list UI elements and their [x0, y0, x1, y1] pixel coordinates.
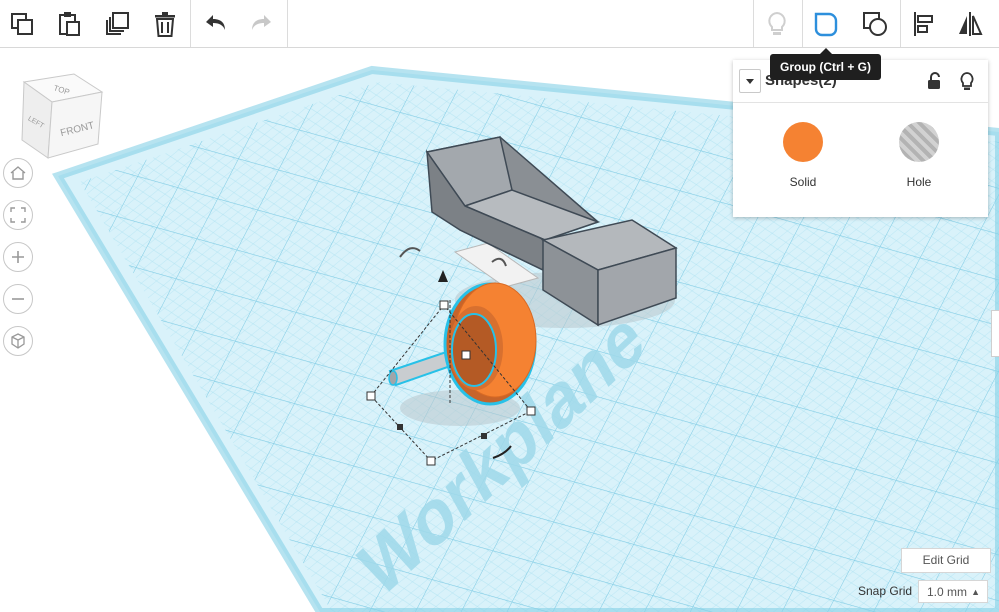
lightbulb-icon[interactable] [956, 70, 978, 92]
lightbulb-icon [768, 11, 786, 35]
copy-button[interactable] [0, 0, 44, 47]
toolbar-divider [190, 0, 191, 47]
duplicate-button[interactable] [96, 0, 140, 47]
side-panel-tab[interactable] [991, 310, 999, 357]
edit-grid-button[interactable]: Edit Grid [901, 548, 991, 573]
home-view-button[interactable] [3, 158, 33, 188]
snap-grid-select[interactable]: 1.0 mm ▲ [918, 580, 988, 603]
paste-icon [59, 11, 80, 36]
zoom-out-icon [12, 298, 24, 300]
hole-label: Hole [906, 175, 932, 189]
inspector-collapse-toggle[interactable] [739, 69, 761, 93]
solid-swatch [783, 122, 823, 162]
show-all-button[interactable] [755, 0, 799, 47]
lock-icon[interactable] [923, 70, 945, 92]
caret-up-icon: ▲ [971, 587, 980, 597]
align-icon [914, 11, 933, 36]
solid-option[interactable]: Solid [773, 122, 833, 189]
view-cube[interactable]: TOP LEFT FRONT [18, 72, 108, 164]
mirror-icon [959, 11, 983, 36]
perspective-icon [11, 333, 25, 349]
fit-view-button[interactable] [3, 200, 33, 230]
copy-icon [11, 12, 33, 35]
wheel-shape[interactable] [443, 282, 537, 406]
toolbar [0, 0, 999, 48]
ungroup-icon [863, 11, 887, 36]
toolbar-divider [802, 0, 803, 47]
delete-button[interactable] [143, 0, 187, 47]
home-icon [10, 166, 26, 180]
toolbar-divider [900, 0, 901, 47]
zoom-out-button[interactable] [3, 284, 33, 314]
zoom-in-icon [12, 251, 24, 263]
toolbar-divider [287, 0, 288, 47]
undo-button[interactable] [193, 0, 237, 47]
perspective-button[interactable] [3, 326, 33, 356]
align-button[interactable] [902, 0, 946, 47]
group-tooltip: Group (Ctrl + G) [770, 48, 881, 80]
solid-label: Solid [789, 175, 817, 189]
snap-grid-label: Snap Grid [858, 584, 913, 598]
group-icon [814, 12, 838, 36]
redo-button[interactable] [240, 0, 284, 47]
shape-inspector-panel: Shapes(2) Solid Hole [733, 60, 988, 217]
snap-grid-value: 1.0 mm [927, 585, 968, 599]
hole-swatch [899, 122, 939, 162]
chevron-down-icon [746, 79, 754, 84]
undo-icon [206, 14, 225, 30]
duplicate-icon [106, 11, 129, 35]
ungroup-button[interactable] [853, 0, 897, 47]
toolbar-divider [753, 0, 754, 47]
zoom-in-button[interactable] [3, 242, 33, 272]
fit-view-icon [10, 207, 26, 223]
group-button[interactable] [804, 0, 848, 47]
paste-button[interactable] [47, 0, 91, 47]
hole-option[interactable]: Hole [889, 122, 949, 189]
redo-icon [252, 14, 271, 30]
trash-icon [155, 11, 175, 37]
mirror-button[interactable] [948, 0, 992, 47]
